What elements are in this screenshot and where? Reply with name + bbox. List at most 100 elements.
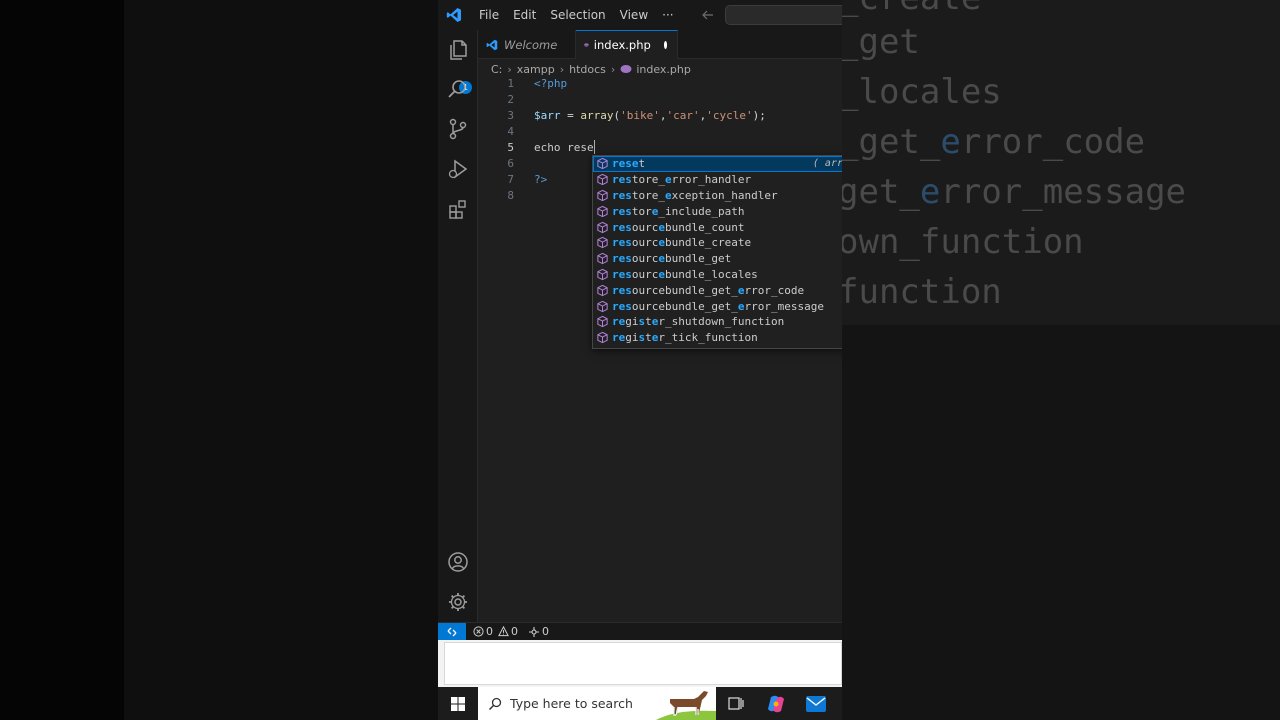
suggestion-text: _include_path [658, 204, 745, 218]
ghost-text-highlight: e [940, 122, 961, 162]
suggestion-match-text: e [665, 188, 672, 202]
line-number: 1 [507, 77, 514, 90]
suggestion-item[interactable]: re gi s t e r_shutdown_function [593, 314, 842, 330]
tab-welcome[interactable]: Welcome [478, 30, 576, 59]
php-close-tag: ?> [534, 173, 548, 186]
line-code: $arr = array('bike','car','cycle'); [534, 108, 766, 124]
suggestion-item[interactable]: res ourc e bundle_count [593, 219, 842, 235]
suggestion-detail[interactable]: ( arr [813, 158, 842, 169]
menu-view[interactable]: View [613, 0, 655, 30]
tab-index-php-label: index.php [593, 38, 651, 52]
command-center[interactable] [725, 5, 842, 25]
unsaved-dot-icon[interactable] [663, 41, 667, 49]
problems-indicator[interactable]: 0 0 [473, 625, 518, 638]
menu-file[interactable]: File [472, 0, 506, 30]
okapi-illustration-icon [656, 691, 716, 720]
function-cube-icon [596, 284, 609, 297]
suggestion-text: tore_ [631, 173, 665, 187]
files-icon[interactable] [446, 38, 470, 62]
background-ghost-line: function [842, 272, 1002, 312]
suggestion-item[interactable]: res tore_ e rror_handler [593, 172, 842, 188]
suggestion-match-text: res [612, 204, 632, 218]
suggestion-text: bundle_count [665, 220, 745, 234]
ports-indicator[interactable]: 0 [528, 625, 549, 638]
breadcrumb: C: › xampp › htdocs › index.php [491, 61, 691, 77]
suggestion-match-text: res [612, 299, 632, 313]
suggestion-text: ourc [631, 220, 659, 234]
account-icon[interactable] [446, 550, 470, 574]
ghost-text: get_ [842, 172, 920, 212]
menu-selection[interactable]: Selection [543, 0, 612, 30]
run-debug-icon[interactable] [446, 157, 470, 181]
back-arrow-icon[interactable] [701, 8, 715, 22]
mail-button[interactable] [796, 687, 836, 720]
suggestion-match-text: res [612, 173, 632, 187]
line-number: 7 [507, 173, 514, 186]
suggestion-text: t [638, 157, 646, 171]
tab-welcome-label: Welcome [504, 37, 558, 52]
suggestion-item[interactable]: res ourc e bundle_locales [593, 267, 842, 283]
function-cube-icon [596, 252, 609, 265]
code-line: 1 <?php [478, 76, 842, 92]
tab-index-php[interactable]: php index.php [576, 30, 678, 59]
suggestion-item[interactable]: rese t ( arr [593, 156, 842, 172]
suggestion-match-text: e [665, 173, 672, 187]
code-string: 'bike' [620, 109, 660, 122]
remote-indicator[interactable] [438, 622, 466, 640]
task-view-button[interactable] [716, 687, 756, 720]
suggestion-match-text: e [737, 283, 745, 297]
function-cube-icon [596, 300, 609, 313]
copilot-icon [768, 695, 784, 712]
menu-edit[interactable]: Edit [506, 0, 543, 30]
task-view-icon [728, 696, 744, 710]
source-control-icon[interactable] [446, 117, 470, 141]
chevron-right-icon: › [559, 62, 565, 76]
code-line: 3 $arr = array('bike','car','cycle'); [478, 108, 842, 124]
suggestion-item[interactable]: res tor e _include_path [593, 203, 842, 219]
taskbar-search[interactable]: Type here to search [478, 687, 716, 720]
menu-more[interactable]: ··· [655, 0, 680, 30]
code-function: array [580, 109, 614, 122]
code-close: ); [752, 109, 766, 122]
breadcrumb-htdocs[interactable]: htdocs [569, 63, 606, 76]
code-variable: $arr [534, 109, 561, 122]
ghost-text: function [842, 272, 1002, 312]
code-echo: echo rese [534, 141, 594, 154]
function-cube-icon [596, 268, 609, 281]
suggestion-item[interactable]: res ourcebundle_get_ e rror_code [593, 282, 842, 298]
line-number: 5 [507, 141, 514, 154]
suggestion-item[interactable]: res ourc e bundle_get [593, 251, 842, 267]
breadcrumb-file[interactable]: index.php [636, 63, 691, 76]
suggestion-text: t [645, 315, 652, 329]
line-number: 8 [507, 189, 514, 202]
copilot-button[interactable] [756, 687, 796, 720]
php-file-icon: php [584, 43, 589, 47]
start-button[interactable] [438, 687, 478, 720]
ghost-text: _get [842, 22, 920, 62]
gear-icon[interactable] [446, 590, 470, 614]
suggestion-text: rror_handler [671, 173, 752, 187]
ghost-text: rror_message [940, 172, 1187, 212]
ghost-text: _create [842, 0, 981, 18]
status-bar: 0 0 0 [438, 622, 842, 640]
function-cube-icon [596, 221, 609, 234]
search-icon[interactable] [446, 77, 470, 101]
extensions-icon[interactable] [446, 197, 470, 221]
breadcrumb-drive[interactable]: C: [491, 63, 502, 76]
suggestion-item[interactable]: re gi s t e r_tick_function [593, 330, 842, 346]
breadcrumb-xampp[interactable]: xampp [517, 63, 555, 76]
suggestion-text: ourcebundle_get_ [631, 299, 738, 313]
search-icon [488, 697, 502, 710]
code-string: 'car' [666, 109, 700, 122]
line-number: 4 [507, 125, 514, 138]
suggestion-item[interactable]: res tore_ e xception_handler [593, 188, 842, 204]
suggestion-item[interactable]: res ourc e bundle_create [593, 235, 842, 251]
suggestion-item[interactable]: res ourcebundle_get_ e rror_message [593, 298, 842, 314]
lower-panel-inner [444, 642, 842, 685]
activity-bar: 1 [438, 30, 478, 622]
suggestion-text: rror_message [744, 299, 824, 313]
background-ghost-line: _get_error_code [842, 122, 1145, 162]
suggestion-text: ourc [631, 267, 659, 281]
suggestion-text: tore_ [631, 188, 665, 202]
error-icon [473, 626, 484, 637]
